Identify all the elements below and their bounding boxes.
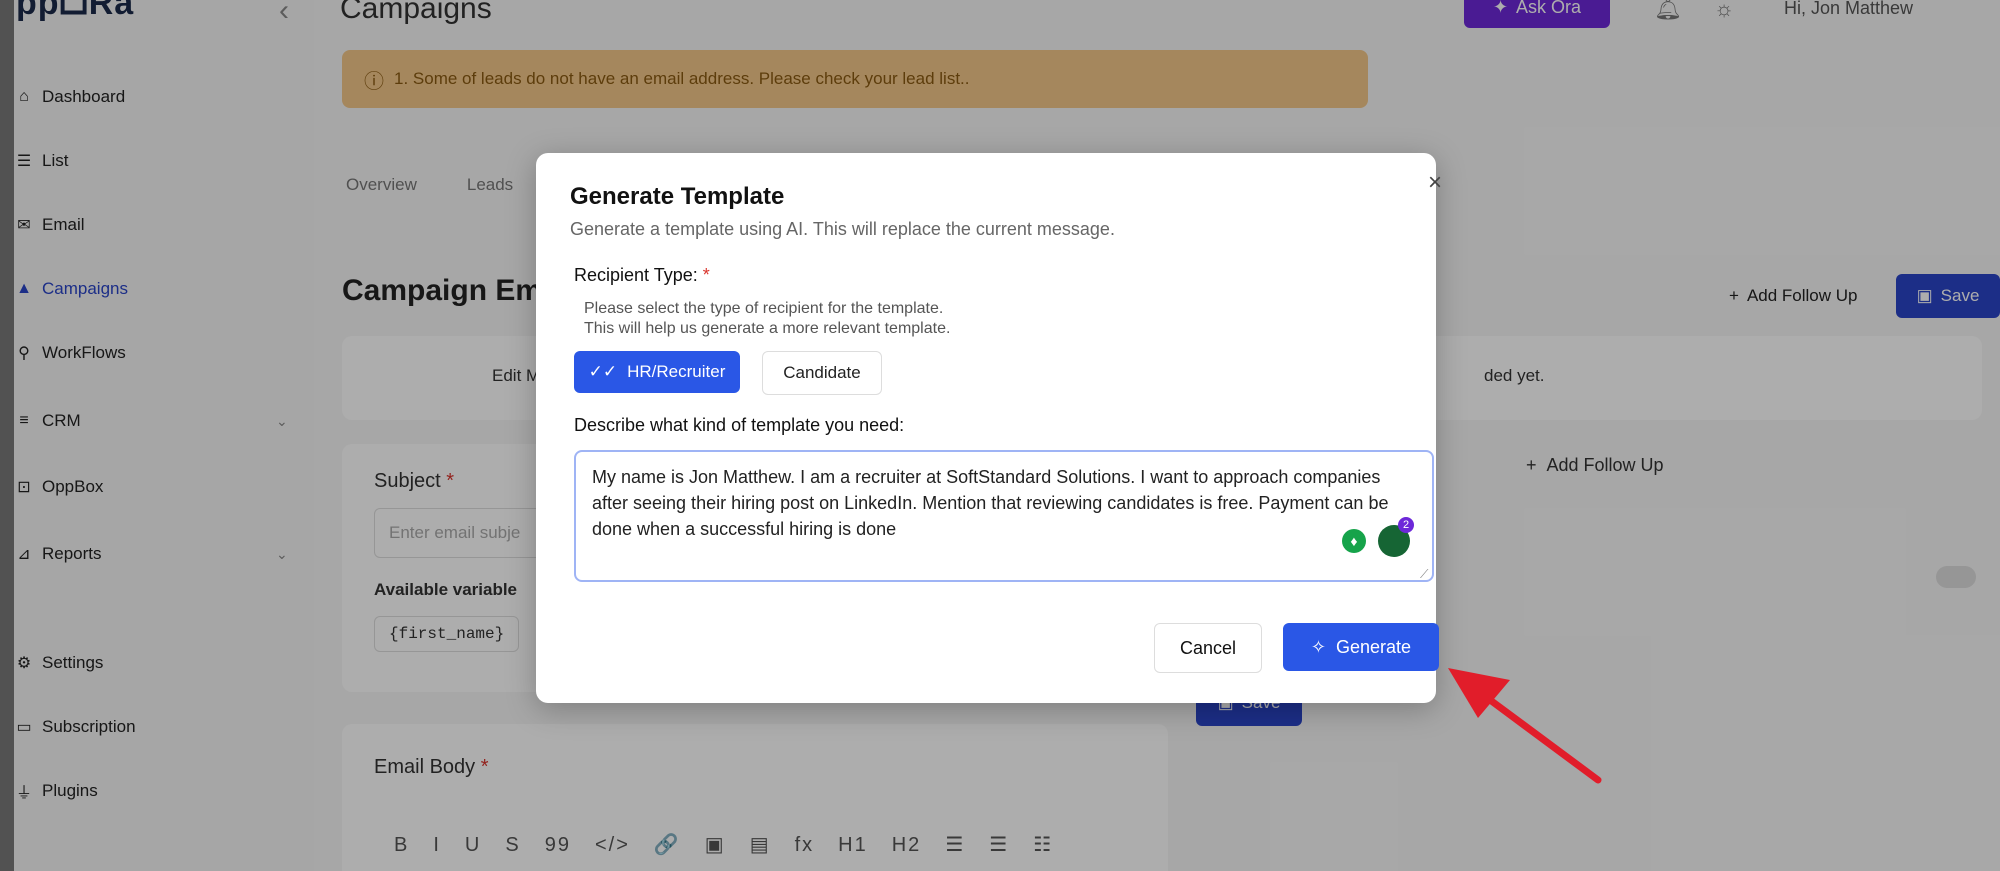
annotation-arrow-icon: [1448, 668, 1602, 784]
